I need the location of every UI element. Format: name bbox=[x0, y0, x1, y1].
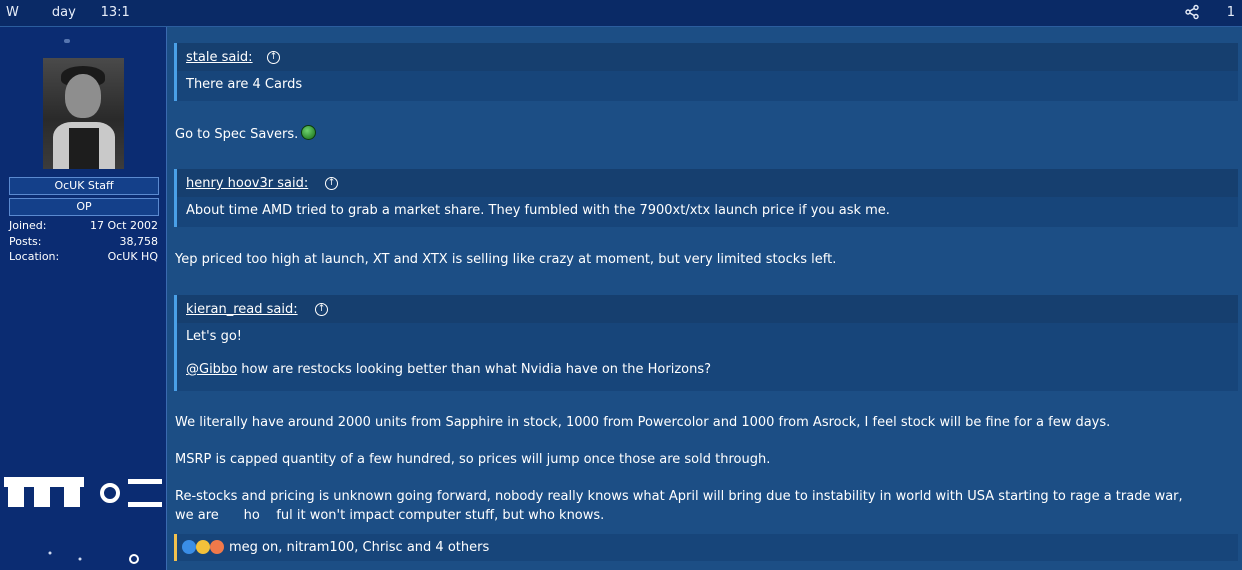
reply-paragraph: Yep priced too high at launch, XT and XT… bbox=[175, 252, 837, 267]
quote-block: kieran_read said: ↑ Let's go! @Gibbo how… bbox=[174, 295, 1238, 391]
quote-header: stale said: ↑ bbox=[177, 43, 1238, 71]
smiley-icon bbox=[301, 125, 317, 140]
quote-text: @Gibbo how are restocks looking better t… bbox=[186, 362, 1229, 377]
share-icon[interactable] bbox=[1184, 4, 1200, 20]
reply-paragraph: MSRP is capped quantity of a few hundred… bbox=[175, 452, 771, 467]
reply-paragraph: Re-stocks and pricing is unknown going f… bbox=[175, 489, 1183, 504]
watermark-logo bbox=[4, 471, 166, 511]
love-icon bbox=[210, 540, 224, 554]
post-number[interactable]: 1 bbox=[1227, 5, 1235, 20]
stat-value: 38,758 bbox=[119, 235, 159, 248]
stat-value: 17 Oct 2002 bbox=[89, 219, 158, 232]
reply-paragraph: we are ho ful it won't impact computer s… bbox=[175, 508, 605, 523]
jump-to-post-icon[interactable]: ↑ bbox=[325, 177, 338, 190]
decorative-dots bbox=[48, 551, 139, 564]
stat-label: Joined: bbox=[9, 219, 47, 232]
quote-header: henry hoov3r said: ↑ bbox=[177, 169, 1238, 197]
post-timestamp: W day 13:1 bbox=[6, 5, 130, 20]
quote-header: kieran_read said: ↑ bbox=[177, 295, 1238, 323]
reply-text: Go to Spec Savers. bbox=[175, 127, 299, 142]
quote-author-link[interactable]: stale said: bbox=[186, 50, 253, 65]
user-sidebar: OcUK Staff OP Joined: 17 Oct 2002 Posts:… bbox=[0, 27, 167, 570]
mention-link[interactable]: @Gibbo bbox=[186, 362, 237, 377]
quote-author-link[interactable]: kieran_read said: bbox=[186, 302, 298, 317]
quote-text: Let's go! bbox=[186, 329, 243, 344]
reactions-users-link[interactable]: meg on, nitram100, Chrisc and 4 others bbox=[229, 540, 489, 555]
reactions-bar[interactable]: meg on, nitram100, Chrisc and 4 others bbox=[174, 534, 1238, 561]
username-blurred[interactable] bbox=[64, 39, 70, 43]
stat-label: Posts: bbox=[9, 235, 42, 248]
jump-to-post-icon[interactable]: ↑ bbox=[315, 303, 328, 316]
quote-content: Let's go! @Gibbo how are restocks lookin… bbox=[177, 323, 1238, 385]
quote-text: There are 4 Cards bbox=[186, 77, 303, 92]
forum-post-page: W day 13:1 1 OcUK Staff OP Joined: 17 Oc… bbox=[0, 0, 1242, 570]
post-body: stale said: ↑ There are 4 Cards Go to Sp… bbox=[167, 27, 1242, 570]
role-badge: OcUK Staff bbox=[9, 177, 159, 195]
quote-block: stale said: ↑ There are 4 Cards bbox=[174, 43, 1238, 101]
avatar[interactable] bbox=[43, 58, 124, 169]
stat-label: Location: bbox=[9, 250, 60, 263]
stat-value: OcUK HQ bbox=[107, 250, 158, 263]
quote-author-link[interactable]: henry hoov3r said: bbox=[186, 176, 308, 191]
laugh-icon bbox=[196, 540, 210, 554]
jump-to-post-icon[interactable]: ↑ bbox=[267, 51, 280, 64]
reply-paragraph: Go to Spec Savers. bbox=[175, 125, 317, 142]
quote-content: About time AMD tried to grab a market sh… bbox=[177, 197, 1238, 226]
like-icon bbox=[182, 540, 196, 554]
quote-content: There are 4 Cards bbox=[177, 71, 1238, 100]
reply-paragraph: We literally have around 2000 units from… bbox=[175, 415, 1111, 430]
quote-text: About time AMD tried to grab a market sh… bbox=[186, 203, 890, 218]
quote-text-rest: how are restocks looking better than wha… bbox=[241, 362, 712, 377]
quote-block: henry hoov3r said: ↑ About time AMD trie… bbox=[174, 169, 1238, 227]
op-badge: OP bbox=[9, 198, 159, 216]
post-header-bar: W day 13:1 1 bbox=[0, 0, 1242, 27]
